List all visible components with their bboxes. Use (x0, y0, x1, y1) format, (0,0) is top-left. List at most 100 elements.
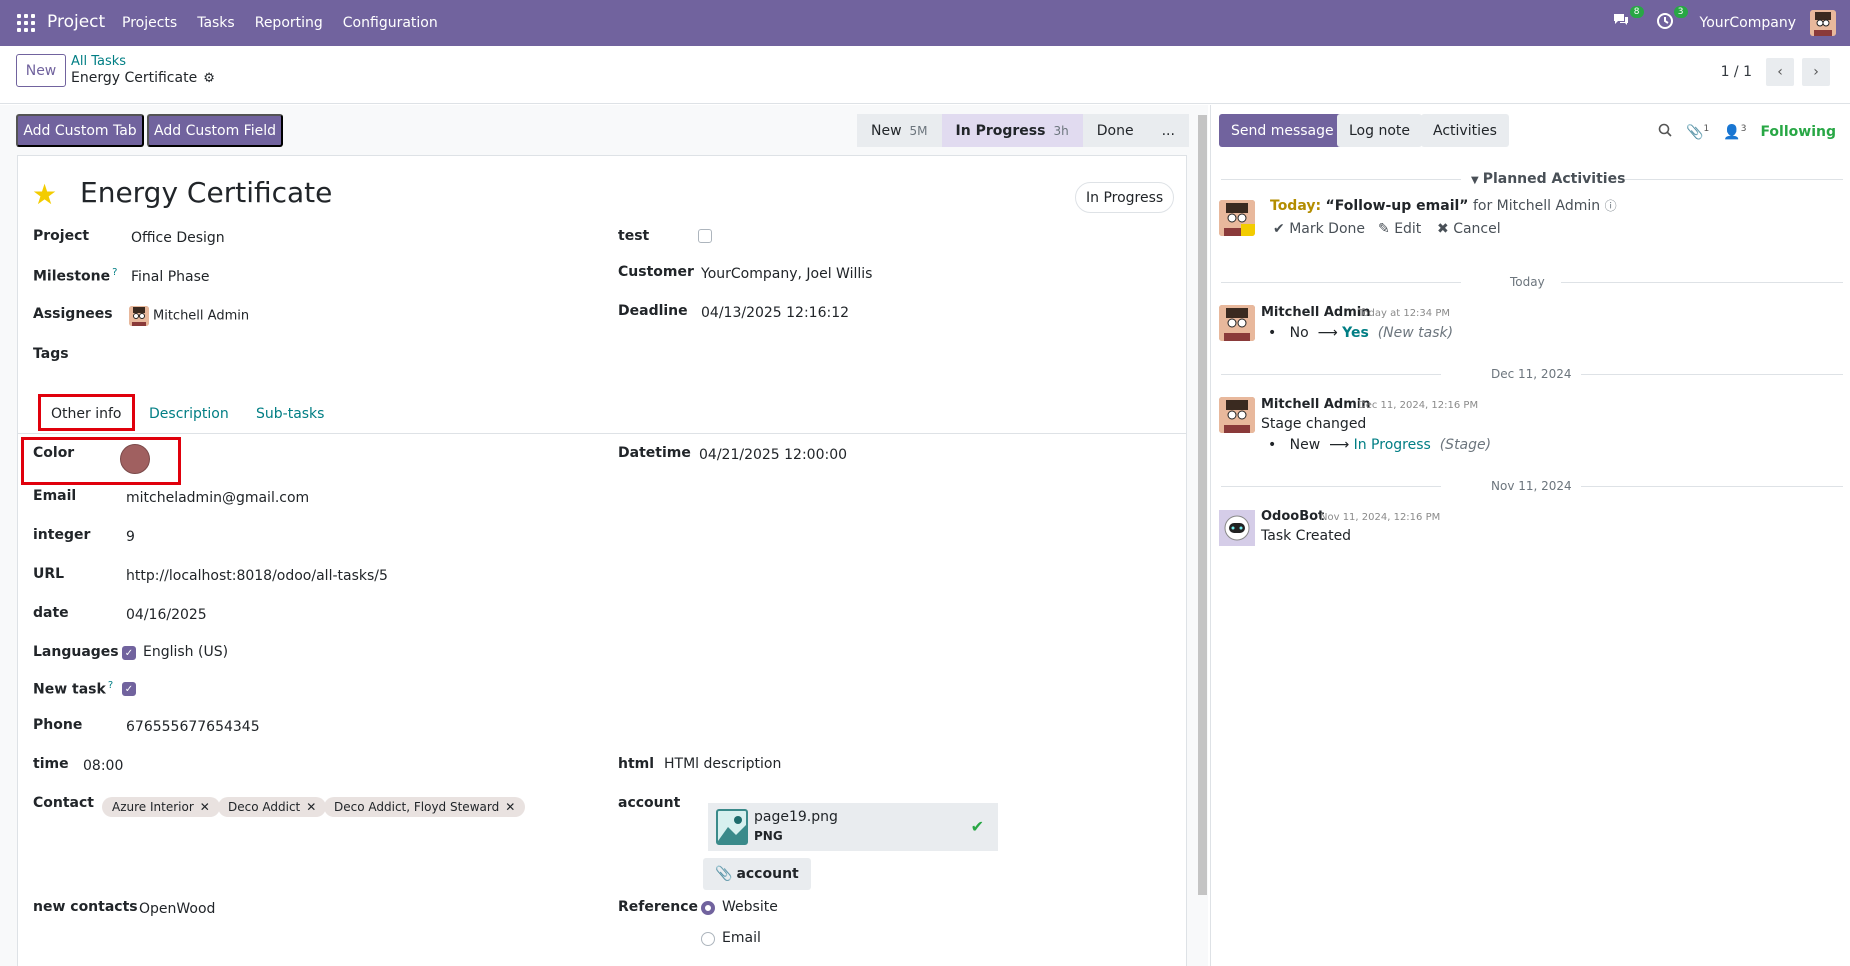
chatter-tools: 📎1 👤3 Following (1658, 123, 1836, 141)
deadline-field[interactable]: 04/13/2025 12:16:12 (701, 305, 849, 321)
stage-in-progress-duration: 3h (1053, 123, 1069, 138)
message-author[interactable]: OdooBot (1261, 509, 1324, 524)
apps-menu-icon[interactable] (17, 14, 35, 32)
stage-in-progress[interactable]: In Progress 3h (941, 114, 1083, 147)
pager: 1 / 1 ‹ › (1721, 58, 1830, 86)
odoobot-avatar[interactable] (1219, 510, 1255, 546)
new-contacts-field[interactable]: OpenWood (139, 901, 215, 917)
reference-radio-email[interactable] (701, 932, 715, 946)
search-icon[interactable] (1658, 123, 1672, 141)
app-brand[interactable]: Project (47, 12, 105, 32)
activity-due: Today: (1270, 198, 1322, 214)
task-title[interactable]: Energy Certificate (80, 176, 332, 209)
languages-label: Languages (33, 644, 119, 660)
mark-done-button[interactable]: ✔ Mark Done (1273, 221, 1365, 237)
messages-icon[interactable]: 8 (1612, 6, 1644, 34)
paperclip-icon: 📎 (1686, 124, 1704, 141)
tab-sub-tasks[interactable]: Sub-tasks (256, 406, 324, 422)
menu-reporting[interactable]: Reporting (255, 15, 323, 31)
date-field[interactable]: 04/16/2025 (126, 607, 207, 623)
priority-star-icon[interactable]: ★ (32, 178, 57, 211)
project-field[interactable]: Office Design (131, 230, 225, 246)
account-label: account (618, 795, 681, 811)
milestone-field[interactable]: Final Phase (131, 269, 210, 285)
pager-value[interactable]: 1 / 1 (1721, 64, 1752, 80)
customer-field[interactable]: YourCompany, Joel Willis (701, 266, 872, 282)
gear-icon[interactable]: ⚙ (203, 71, 215, 86)
notebook-tabs: Other info Description Sub-tasks (18, 398, 1186, 434)
message-author[interactable]: Mitchell Admin (1261, 397, 1370, 412)
planned-activities-header[interactable]: ▼ Planned Activities (1221, 169, 1843, 189)
form-scrollbar[interactable] (1197, 113, 1208, 959)
datetime-label: Datetime (618, 445, 691, 461)
date-separator: Dec 11, 2024 (1491, 367, 1572, 381)
breadcrumb-current: Energy Certificate ⚙ (71, 70, 215, 86)
remove-tag-icon[interactable]: ✕ (306, 800, 316, 814)
menu-projects[interactable]: Projects (122, 15, 177, 31)
remove-tag-icon[interactable]: ✕ (505, 800, 515, 814)
attachments-button[interactable]: 📎1 (1686, 124, 1709, 141)
pager-next-button[interactable]: › (1802, 58, 1830, 86)
activity-avatar (1219, 200, 1255, 236)
milestone-label: Milestone? (33, 267, 117, 285)
message-author[interactable]: Mitchell Admin (1261, 305, 1370, 320)
close-icon: ✖ (1437, 221, 1454, 237)
top-navbar: Project Projects Tasks Reporting Configu… (0, 0, 1850, 46)
reference-radio-website[interactable] (701, 901, 715, 915)
html-field[interactable]: HTMl description (664, 756, 781, 772)
highlight-box-tab (38, 394, 135, 431)
new-task-help-icon[interactable]: ? (108, 680, 113, 691)
project-label: Project (33, 228, 90, 244)
highlight-box-color (21, 437, 181, 485)
log-note-button[interactable]: Log note (1337, 114, 1422, 147)
remove-tag-icon[interactable]: ✕ (200, 800, 210, 814)
pager-previous-button[interactable]: ‹ (1766, 58, 1794, 86)
contact-tag: Deco Addict ✕ (218, 797, 327, 817)
scrollbar-thumb[interactable] (1198, 115, 1207, 895)
phone-field[interactable]: 676555677654345 (126, 719, 260, 735)
activities-count-badge: 3 (1673, 6, 1688, 18)
cancel-activity-button[interactable]: ✖ Cancel (1437, 221, 1501, 237)
add-custom-tab-button[interactable]: Add Custom Tab (16, 114, 144, 147)
user-avatar[interactable] (1810, 10, 1836, 36)
activities-clock-icon[interactable]: 3 (1656, 6, 1688, 34)
email-label: Email (33, 488, 77, 504)
pencil-icon: ✎ (1378, 221, 1395, 237)
breadcrumb-all-tasks[interactable]: All Tasks (71, 54, 126, 69)
menu-tasks[interactable]: Tasks (197, 15, 235, 31)
milestone-help-icon[interactable]: ? (112, 267, 117, 278)
datetime-field[interactable]: 04/21/2025 12:00:00 (699, 447, 847, 463)
company-switcher[interactable]: YourCompany (1700, 15, 1797, 31)
arrow-right-icon: ⟶ (1329, 437, 1350, 453)
new-record-button[interactable]: New (16, 54, 66, 87)
email-field[interactable]: mitcheladmin@gmail.com (126, 490, 309, 506)
activities-button[interactable]: Activities (1421, 114, 1509, 147)
edit-activity-button[interactable]: ✎ Edit (1378, 221, 1421, 237)
add-custom-field-button[interactable]: Add Custom Field (147, 114, 283, 147)
upload-account-button[interactable]: 📎 account (703, 858, 811, 890)
integer-field[interactable]: 9 (126, 529, 135, 545)
stage-done[interactable]: Done (1082, 114, 1148, 147)
time-field[interactable]: 08:00 (83, 758, 123, 774)
message-avatar[interactable] (1219, 305, 1255, 341)
assignees-field[interactable]: Mitchell Admin (129, 306, 249, 326)
message-avatar[interactable] (1219, 397, 1255, 433)
menu-configuration[interactable]: Configuration (343, 15, 438, 31)
date-separator: Nov 11, 2024 (1491, 479, 1572, 493)
form-area: Add Custom Tab Add Custom Field New 5M In… (0, 105, 1208, 966)
stage-new[interactable]: New 5M (857, 114, 942, 147)
language-checkbox[interactable]: ✓ (122, 646, 136, 660)
attachment-card[interactable]: page19.png PNG ✔ (708, 803, 998, 851)
navbar-systray: 8 3 YourCompany (1612, 0, 1850, 46)
followers-button[interactable]: 👤3 (1723, 124, 1746, 141)
new-task-checkbox[interactable]: ✓ (122, 682, 136, 696)
kanban-state-pill[interactable]: In Progress (1075, 182, 1175, 213)
test-checkbox[interactable] (698, 229, 712, 243)
url-field[interactable]: http://localhost:8018/odoo/all-tasks/5 (126, 568, 388, 584)
info-icon[interactable]: ⓘ (1605, 199, 1617, 213)
stage-more[interactable]: ... (1147, 114, 1189, 147)
tab-description[interactable]: Description (149, 406, 229, 422)
following-button[interactable]: Following (1760, 124, 1836, 140)
send-message-button[interactable]: Send message (1219, 114, 1346, 147)
upload-account-label: account (736, 866, 799, 882)
